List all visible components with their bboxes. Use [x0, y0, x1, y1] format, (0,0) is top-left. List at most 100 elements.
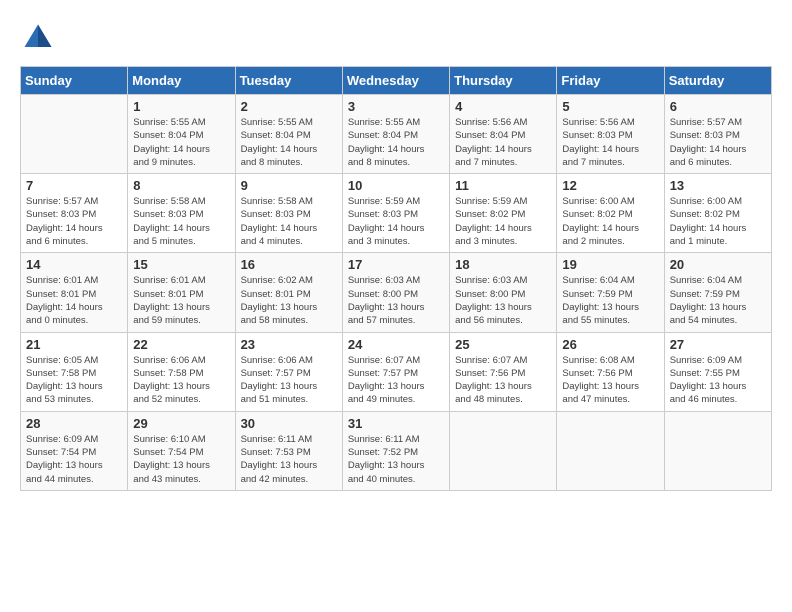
day-number: 2: [241, 99, 337, 114]
logo-icon: [20, 20, 56, 56]
calendar-cell: 23 Sunrise: 6:06 AM Sunset: 7:57 PM Dayli…: [235, 332, 342, 411]
calendar-cell: 16 Sunrise: 6:02 AM Sunset: 8:01 PM Dayli…: [235, 253, 342, 332]
day-number: 11: [455, 178, 551, 193]
day-number: 25: [455, 337, 551, 352]
page-header: [20, 20, 772, 56]
day-number: 26: [562, 337, 658, 352]
day-info: Sunrise: 6:07 AM Sunset: 7:56 PM Dayligh…: [455, 354, 551, 407]
calendar-cell: 6Sunrise: 5:57 AM Sunset: 8:03 PM Daylig…: [664, 95, 771, 174]
day-number: 23: [241, 337, 337, 352]
calendar-cell: [664, 411, 771, 490]
calendar-cell: 2 Sunrise: 5:55 AM Sunset: 8:04 PM Daylig…: [235, 95, 342, 174]
day-number: 20: [670, 257, 766, 272]
day-info: Sunrise: 5:55 AM Sunset: 8:04 PM Dayligh…: [348, 116, 444, 169]
day-number: 7: [26, 178, 122, 193]
calendar-cell: 30Sunrise: 6:11 AM Sunset: 7:53 PM Dayli…: [235, 411, 342, 490]
calendar-week-row: 28 Sunrise: 6:09 AM Sunset: 7:54 PM Dayli…: [21, 411, 772, 490]
day-info: Sunrise: 6:09 AM Sunset: 7:54 PM Dayligh…: [26, 433, 122, 486]
calendar-table: SundayMondayTuesdayWednesdayThursdayFrid…: [20, 66, 772, 491]
day-number: 13: [670, 178, 766, 193]
day-number: 22: [133, 337, 229, 352]
day-info: Sunrise: 5:59 AM Sunset: 8:03 PM Dayligh…: [348, 195, 444, 248]
day-number: 4: [455, 99, 551, 114]
day-info: Sunrise: 6:01 AM Sunset: 8:01 PM Dayligh…: [26, 274, 122, 327]
calendar-cell: 4 Sunrise: 5:56 AM Sunset: 8:04 PM Daylig…: [450, 95, 557, 174]
day-info: Sunrise: 6:08 AM Sunset: 7:56 PM Dayligh…: [562, 354, 658, 407]
day-number: 29: [133, 416, 229, 431]
day-number: 3: [348, 99, 444, 114]
calendar-cell: 5 Sunrise: 5:56 AM Sunset: 8:03 PM Daylig…: [557, 95, 664, 174]
day-info: Sunrise: 6:11 AM Sunset: 7:53 PM Dayligh…: [241, 433, 337, 486]
day-info: Sunrise: 5:58 AM Sunset: 8:03 PM Dayligh…: [241, 195, 337, 248]
day-number: 16: [241, 257, 337, 272]
day-of-week-header: Wednesday: [342, 67, 449, 95]
calendar-cell: 8 Sunrise: 5:58 AM Sunset: 8:03 PM Daylig…: [128, 174, 235, 253]
calendar-cell: 14Sunrise: 6:01 AM Sunset: 8:01 PM Dayli…: [21, 253, 128, 332]
calendar-cell: 27 Sunrise: 6:09 AM Sunset: 7:55 PM Dayli…: [664, 332, 771, 411]
day-of-week-header: Sunday: [21, 67, 128, 95]
day-info: Sunrise: 5:58 AM Sunset: 8:03 PM Dayligh…: [133, 195, 229, 248]
calendar-cell: 18Sunrise: 6:03 AM Sunset: 8:00 PM Dayli…: [450, 253, 557, 332]
day-number: 12: [562, 178, 658, 193]
day-number: 15: [133, 257, 229, 272]
calendar-cell: 13 Sunrise: 6:00 AM Sunset: 8:02 PM Dayli…: [664, 174, 771, 253]
day-of-week-header: Saturday: [664, 67, 771, 95]
calendar-cell: 25 Sunrise: 6:07 AM Sunset: 7:56 PM Dayli…: [450, 332, 557, 411]
calendar-header-row: SundayMondayTuesdayWednesdayThursdayFrid…: [21, 67, 772, 95]
day-number: 8: [133, 178, 229, 193]
day-info: Sunrise: 6:11 AM Sunset: 7:52 PM Dayligh…: [348, 433, 444, 486]
day-info: Sunrise: 6:01 AM Sunset: 8:01 PM Dayligh…: [133, 274, 229, 327]
day-number: 18: [455, 257, 551, 272]
day-number: 28: [26, 416, 122, 431]
calendar-cell: 11 Sunrise: 5:59 AM Sunset: 8:02 PM Dayli…: [450, 174, 557, 253]
day-info: Sunrise: 6:04 AM Sunset: 7:59 PM Dayligh…: [670, 274, 766, 327]
day-number: 10: [348, 178, 444, 193]
day-info: Sunrise: 6:05 AM Sunset: 7:58 PM Dayligh…: [26, 354, 122, 407]
calendar-cell: 3 Sunrise: 5:55 AM Sunset: 8:04 PM Daylig…: [342, 95, 449, 174]
day-info: Sunrise: 6:09 AM Sunset: 7:55 PM Dayligh…: [670, 354, 766, 407]
day-info: Sunrise: 5:56 AM Sunset: 8:03 PM Dayligh…: [562, 116, 658, 169]
calendar-cell: 9 Sunrise: 5:58 AM Sunset: 8:03 PM Daylig…: [235, 174, 342, 253]
day-number: 5: [562, 99, 658, 114]
day-number: 31: [348, 416, 444, 431]
calendar-cell: 17Sunrise: 6:03 AM Sunset: 8:00 PM Dayli…: [342, 253, 449, 332]
day-of-week-header: Friday: [557, 67, 664, 95]
day-info: Sunrise: 6:06 AM Sunset: 7:58 PM Dayligh…: [133, 354, 229, 407]
calendar-cell: 15 Sunrise: 6:01 AM Sunset: 8:01 PM Dayli…: [128, 253, 235, 332]
day-number: 9: [241, 178, 337, 193]
calendar-cell: 24 Sunrise: 6:07 AM Sunset: 7:57 PM Dayli…: [342, 332, 449, 411]
calendar-cell: 26 Sunrise: 6:08 AM Sunset: 7:56 PM Dayli…: [557, 332, 664, 411]
calendar-cell: 22 Sunrise: 6:06 AM Sunset: 7:58 PM Dayli…: [128, 332, 235, 411]
calendar-cell: 20 Sunrise: 6:04 AM Sunset: 7:59 PM Dayli…: [664, 253, 771, 332]
calendar-cell: [450, 411, 557, 490]
day-info: Sunrise: 6:07 AM Sunset: 7:57 PM Dayligh…: [348, 354, 444, 407]
day-number: 21: [26, 337, 122, 352]
day-info: Sunrise: 6:04 AM Sunset: 7:59 PM Dayligh…: [562, 274, 658, 327]
day-info: Sunrise: 5:59 AM Sunset: 8:02 PM Dayligh…: [455, 195, 551, 248]
day-of-week-header: Thursday: [450, 67, 557, 95]
day-number: 24: [348, 337, 444, 352]
day-info: Sunrise: 5:55 AM Sunset: 8:04 PM Dayligh…: [241, 116, 337, 169]
calendar-week-row: 14Sunrise: 6:01 AM Sunset: 8:01 PM Dayli…: [21, 253, 772, 332]
day-info: Sunrise: 5:56 AM Sunset: 8:04 PM Dayligh…: [455, 116, 551, 169]
day-of-week-header: Tuesday: [235, 67, 342, 95]
calendar-cell: [557, 411, 664, 490]
calendar-week-row: 21 Sunrise: 6:05 AM Sunset: 7:58 PM Dayli…: [21, 332, 772, 411]
day-number: 6: [670, 99, 766, 114]
day-info: Sunrise: 5:57 AM Sunset: 8:03 PM Dayligh…: [26, 195, 122, 248]
calendar-cell: 12Sunrise: 6:00 AM Sunset: 8:02 PM Dayli…: [557, 174, 664, 253]
day-number: 27: [670, 337, 766, 352]
day-info: Sunrise: 6:02 AM Sunset: 8:01 PM Dayligh…: [241, 274, 337, 327]
day-number: 1: [133, 99, 229, 114]
day-info: Sunrise: 6:10 AM Sunset: 7:54 PM Dayligh…: [133, 433, 229, 486]
calendar-week-row: 7 Sunrise: 5:57 AM Sunset: 8:03 PM Daylig…: [21, 174, 772, 253]
day-info: Sunrise: 5:55 AM Sunset: 8:04 PM Dayligh…: [133, 116, 229, 169]
calendar-week-row: 1 Sunrise: 5:55 AM Sunset: 8:04 PM Daylig…: [21, 95, 772, 174]
day-number: 17: [348, 257, 444, 272]
calendar-cell: 29 Sunrise: 6:10 AM Sunset: 7:54 PM Dayli…: [128, 411, 235, 490]
day-info: Sunrise: 6:00 AM Sunset: 8:02 PM Dayligh…: [670, 195, 766, 248]
calendar-cell: 21 Sunrise: 6:05 AM Sunset: 7:58 PM Dayli…: [21, 332, 128, 411]
day-info: Sunrise: 6:06 AM Sunset: 7:57 PM Dayligh…: [241, 354, 337, 407]
day-of-week-header: Monday: [128, 67, 235, 95]
calendar-cell: 19Sunrise: 6:04 AM Sunset: 7:59 PM Dayli…: [557, 253, 664, 332]
